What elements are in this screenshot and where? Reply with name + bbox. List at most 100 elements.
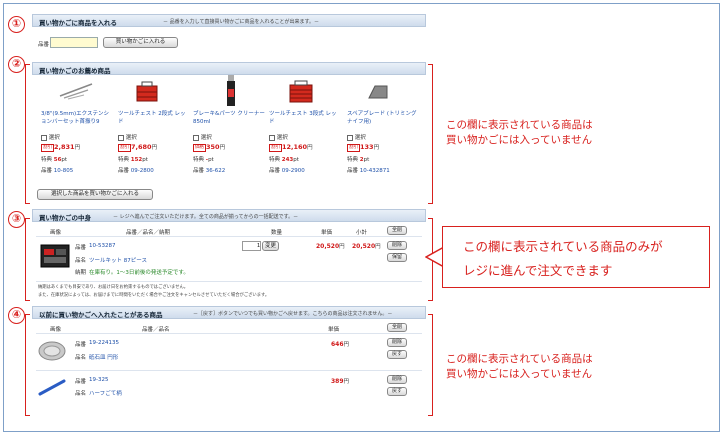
points-unit: pt xyxy=(208,157,214,163)
checkout-callout: この欄に表示されている商品のみが レジに進んで注文できます xyxy=(442,226,710,288)
delete-all-history-button[interactable]: 全削 xyxy=(387,323,407,332)
select-label: 選択 xyxy=(125,135,137,141)
section4-bracket-right xyxy=(428,314,433,416)
yen-unit: 円 xyxy=(373,145,380,151)
price-value: 350 xyxy=(206,143,220,151)
section-number-4: ④ xyxy=(8,307,25,324)
cart-delivery: 在庫有り。1～3日前後の発送予定です。 xyxy=(89,270,189,276)
product-points: 特典 -pt xyxy=(193,155,265,166)
footnote-2: また、在庫状況によっては、お届けまでに時間をいただく場合やご注文をキャンセルさせ… xyxy=(38,293,270,298)
tool-kit-image[interactable] xyxy=(40,241,70,269)
col-subtotal: 小計 xyxy=(356,230,368,236)
code-value[interactable]: 10-805 xyxy=(54,168,73,174)
yen-unit: 円 xyxy=(151,145,158,151)
spray-can-image[interactable] xyxy=(226,75,236,107)
tool-chest-image[interactable] xyxy=(289,79,313,103)
cart-unit-price: 20,520円 xyxy=(316,242,345,250)
cart-item-name[interactable]: ツールキット 87ピース xyxy=(89,256,147,264)
product-select[interactable]: 選択 xyxy=(193,133,265,143)
recommended-product: ツールチェスト 3段式 レッド 選択 割引 12,160円 特典 243pt 品番 09… xyxy=(269,110,341,174)
product-select[interactable]: 選択 xyxy=(118,133,190,143)
section4-note-line: 買い物かごには入っていません xyxy=(446,368,593,380)
product-name-link[interactable]: ツールチェスト 3段式 レッド xyxy=(269,110,341,130)
product-select[interactable]: 選択 xyxy=(41,133,113,143)
section-number-1: ① xyxy=(8,16,25,33)
quantity-input[interactable] xyxy=(242,241,261,251)
code-value[interactable]: 10-432871 xyxy=(360,168,390,174)
yen-unit: 円 xyxy=(307,145,313,151)
cart-subtotal: 20,520円 xyxy=(352,242,381,250)
section4-note: この欄に表示されている商品は 買い物かごには入っていません xyxy=(446,352,593,382)
code-value[interactable]: 09-2800 xyxy=(131,168,154,174)
yen-unit: 円 xyxy=(74,145,81,151)
trowel-image[interactable] xyxy=(38,378,66,396)
price-value: 389 xyxy=(331,378,344,385)
recommended-product: ツールチェスト 2段式 レッド 選択 割引 7,680円 特典 152pt 品番 09-… xyxy=(118,110,190,174)
delete-all-button[interactable]: 全削 xyxy=(387,226,407,235)
code-label: 品番 xyxy=(269,168,281,174)
delete-button[interactable]: 削除 xyxy=(387,241,407,250)
select-checkbox[interactable] xyxy=(269,134,275,141)
points-value: 243 xyxy=(281,157,294,163)
price-tag: 割引 xyxy=(118,143,131,152)
keep-button[interactable]: 保留 xyxy=(387,253,407,262)
item-code-label: 品番 xyxy=(38,42,50,48)
section2-note-line: 買い物かごには入っていません xyxy=(446,134,593,146)
tool-chest-image[interactable] xyxy=(136,79,158,103)
product-name-link[interactable]: ツールチェスト 2段式 レッド xyxy=(118,110,190,130)
history-item-code[interactable]: 19-224135 xyxy=(89,340,119,346)
product-name-link[interactable]: ブレーキ&パーツ クリーナー 850ml xyxy=(193,110,265,130)
section1-desc: － 品番を入力して直接買い物かごに商品を入れることが出来ます。－ xyxy=(163,19,319,25)
section4-header: 以前に買い物かごへ入れたことがある商品 －［戻す］ボタンでいつでも買い物かごへ戻… xyxy=(32,306,426,319)
history-item-code[interactable]: 19-325 xyxy=(89,377,108,383)
section3-title: 買い物かごの中身 xyxy=(39,214,91,222)
product-select[interactable]: 選択 xyxy=(347,133,419,143)
add-to-cart-button[interactable]: 買い物かごに入れる xyxy=(103,37,178,48)
points-unit: pt xyxy=(293,157,299,163)
history-price: 389円 xyxy=(331,377,349,385)
unit-price-value: 20,520 xyxy=(316,243,340,250)
yen-unit: 円 xyxy=(219,145,226,151)
item-code-input[interactable] xyxy=(50,37,98,48)
code-value[interactable]: 09-2900 xyxy=(282,168,305,174)
cart-name-label: 品名 xyxy=(75,258,87,264)
select-checkbox[interactable] xyxy=(347,134,353,141)
code-label: 品番 xyxy=(193,168,205,174)
col-unit: 単価 xyxy=(321,230,333,236)
restore-button[interactable]: 戻す xyxy=(387,387,407,396)
section3-header: 買い物かごの中身 － レジへ進んでご注文いただけます。全ての商品が揃ってからの一… xyxy=(32,209,426,222)
points-value: 152 xyxy=(130,157,143,163)
extension-bar-image[interactable] xyxy=(58,80,94,100)
delete-button[interactable]: 削除 xyxy=(387,338,407,347)
product-code: 品番 09-2800 xyxy=(118,166,190,174)
select-label: 選択 xyxy=(276,135,288,141)
select-checkbox[interactable] xyxy=(41,134,47,141)
history-item-name[interactable]: ハーフごて柄 xyxy=(89,389,122,397)
code-value[interactable]: 36-622 xyxy=(206,168,225,174)
section2-title: 買い物かごのお薦め商品 xyxy=(39,67,111,75)
history-item-name[interactable]: 砥石皿 円形 xyxy=(89,353,118,361)
product-points: 特典 56pt xyxy=(41,155,113,166)
cart-delivery-label: 納期 xyxy=(75,270,87,276)
select-checkbox[interactable] xyxy=(193,134,199,141)
price-value: 2,831 xyxy=(54,143,75,151)
delete-button[interactable]: 削除 xyxy=(387,375,407,384)
section4-bracket-left xyxy=(25,314,30,416)
section1-header: 買い物かごに商品を入れる － 品番を入力して直接買い物かごに商品を入れることが出… xyxy=(32,14,426,27)
product-name-link[interactable]: スペアブレード (トリミングナイフ用) xyxy=(347,110,419,130)
add-selected-button[interactable]: 選択した商品を買い物かごに入れる xyxy=(37,189,153,200)
grinding-dish-image[interactable] xyxy=(38,340,66,362)
change-quantity-button[interactable]: 変更 xyxy=(262,241,279,251)
select-checkbox[interactable] xyxy=(118,134,124,141)
product-code: 品番 10-805 xyxy=(41,166,113,174)
cart-item-code[interactable]: 10-53287 xyxy=(89,243,115,249)
section3-bracket-left xyxy=(25,218,30,301)
product-code: 品番 10-432871 xyxy=(347,166,419,174)
history-code-label: 品番 xyxy=(75,342,87,348)
select-label: 選択 xyxy=(200,135,212,141)
code-label: 品番 xyxy=(41,168,53,174)
product-name-link[interactable]: 3/8"(9.5mm)エクステンションバーセット首振り9 xyxy=(41,110,113,130)
restore-button[interactable]: 戻す xyxy=(387,350,407,359)
product-select[interactable]: 選択 xyxy=(269,133,341,143)
blade-image[interactable] xyxy=(367,84,389,100)
